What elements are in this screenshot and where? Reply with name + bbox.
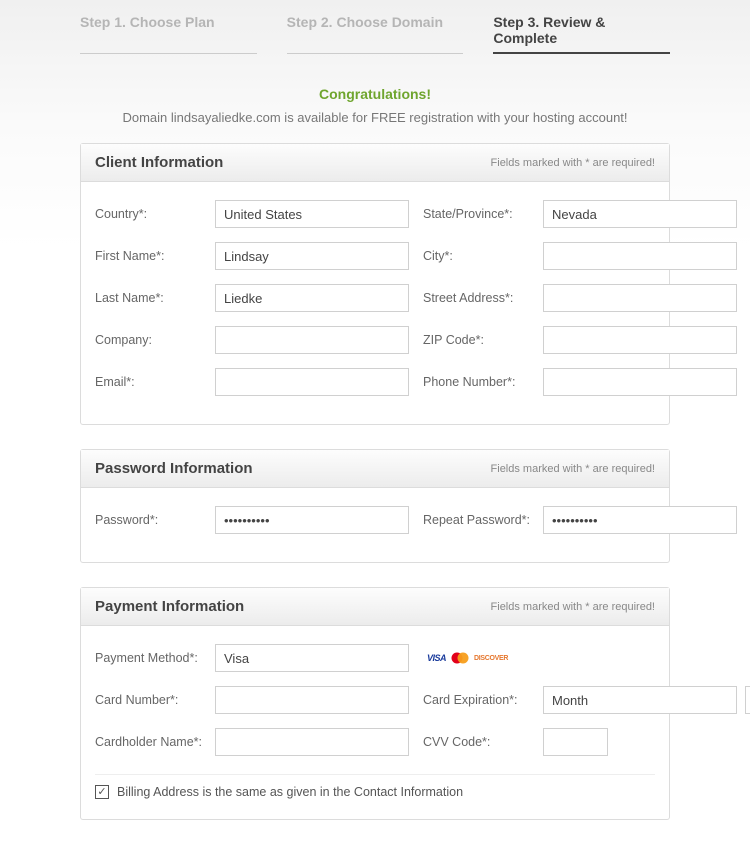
client-info-title: Client Information bbox=[95, 154, 223, 171]
last-name-input[interactable] bbox=[215, 284, 409, 312]
repeat-password-label: Repeat Password*: bbox=[423, 513, 543, 527]
payment-panel: Payment Information Fields marked with *… bbox=[80, 587, 670, 820]
company-label: Company: bbox=[95, 333, 215, 347]
payment-method-label: Payment Method*: bbox=[95, 651, 215, 665]
phone-input[interactable] bbox=[543, 368, 737, 396]
country-select[interactable] bbox=[215, 200, 409, 228]
street-input[interactable] bbox=[543, 284, 737, 312]
password-panel: Password Information Fields marked with … bbox=[80, 449, 670, 563]
zip-input[interactable] bbox=[543, 326, 737, 354]
payment-title: Payment Information bbox=[95, 598, 244, 615]
payment-method-select[interactable] bbox=[215, 644, 409, 672]
card-number-input[interactable] bbox=[215, 686, 409, 714]
card-expiration-label: Card Expiration*: bbox=[423, 693, 543, 707]
password-title: Password Information bbox=[95, 460, 253, 477]
repeat-password-input[interactable] bbox=[543, 506, 737, 534]
congrats-heading: Congratulations! bbox=[0, 86, 750, 102]
first-name-label: First Name*: bbox=[95, 249, 215, 263]
billing-same-label: Billing Address is the same as given in … bbox=[117, 785, 463, 799]
exp-month-select[interactable] bbox=[543, 686, 737, 714]
password-label: Password*: bbox=[95, 513, 215, 527]
state-label: State/Province*: bbox=[423, 207, 543, 221]
billing-same-checkbox[interactable]: ✓ bbox=[95, 785, 109, 799]
email-label: Email*: bbox=[95, 375, 215, 389]
visa-icon: VISA bbox=[427, 651, 446, 665]
step-1[interactable]: Step 1. Choose Plan bbox=[80, 14, 257, 54]
cardholder-input[interactable] bbox=[215, 728, 409, 756]
discover-icon: DISCOVER bbox=[474, 651, 508, 665]
domain-availability-text: Domain lindsayaliedke.com is available f… bbox=[0, 110, 750, 125]
company-input[interactable] bbox=[215, 326, 409, 354]
country-label: Country*: bbox=[95, 207, 215, 221]
cvv-label: CVV Code*: bbox=[423, 735, 543, 749]
step-indicator: Step 1. Choose Plan Step 2. Choose Domai… bbox=[0, 0, 750, 64]
state-select[interactable] bbox=[543, 200, 737, 228]
zip-label: ZIP Code*: bbox=[423, 333, 543, 347]
required-note: Fields marked with * are required! bbox=[491, 157, 655, 169]
mastercard-icon bbox=[450, 651, 470, 665]
email-input[interactable] bbox=[215, 368, 409, 396]
city-label: City*: bbox=[423, 249, 543, 263]
card-logos: VISA DISCOVER bbox=[427, 651, 508, 665]
last-name-label: Last Name*: bbox=[95, 291, 215, 305]
cvv-input[interactable] bbox=[543, 728, 608, 756]
required-note: Fields marked with * are required! bbox=[491, 463, 655, 475]
phone-label: Phone Number*: bbox=[423, 375, 543, 389]
step-2[interactable]: Step 2. Choose Domain bbox=[287, 14, 464, 54]
step-3[interactable]: Step 3. Review & Complete bbox=[493, 14, 670, 54]
card-number-label: Card Number*: bbox=[95, 693, 215, 707]
street-label: Street Address*: bbox=[423, 291, 543, 305]
city-input[interactable] bbox=[543, 242, 737, 270]
password-input[interactable] bbox=[215, 506, 409, 534]
client-info-panel: Client Information Fields marked with * … bbox=[80, 143, 670, 425]
exp-year-select[interactable] bbox=[745, 686, 750, 714]
required-note: Fields marked with * are required! bbox=[491, 601, 655, 613]
cardholder-label: Cardholder Name*: bbox=[95, 735, 215, 749]
first-name-input[interactable] bbox=[215, 242, 409, 270]
